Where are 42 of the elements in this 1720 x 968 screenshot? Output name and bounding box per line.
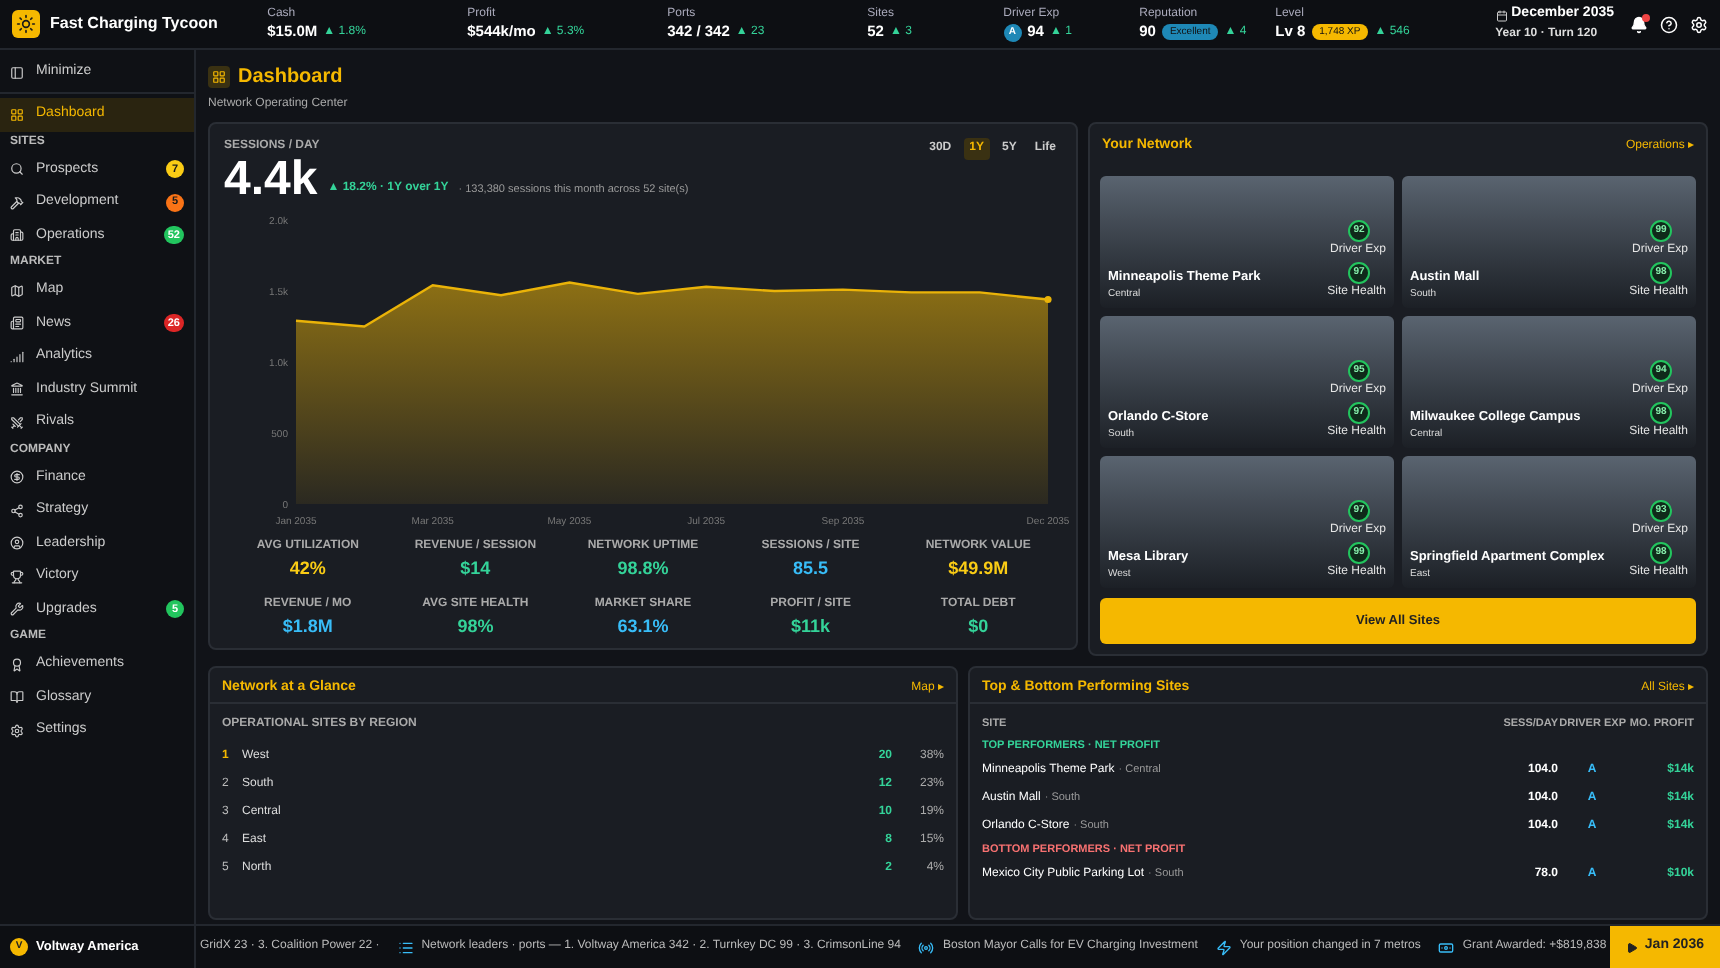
metric-value: $0 — [968, 613, 989, 639]
wrench-icon — [10, 602, 24, 617]
building-icon — [10, 228, 24, 243]
newspaper-icon — [10, 316, 24, 331]
landmark-icon — [10, 382, 24, 397]
list-icon — [397, 939, 414, 955]
bar-chart-icon — [10, 349, 24, 364]
page-title: Dashboard — [238, 64, 343, 92]
metric-value: 98.8% — [617, 556, 669, 582]
metric-value: 98% — [457, 613, 494, 639]
trophy-icon — [10, 569, 24, 584]
settings-icon[interactable] — [1690, 15, 1708, 33]
broadcast-icon — [918, 939, 935, 955]
metric-value: $1.8M — [282, 613, 333, 639]
lightning-icon — [1215, 939, 1232, 955]
dashboard-icon — [208, 66, 230, 88]
dollar-icon — [10, 470, 24, 485]
settings-icon — [10, 723, 24, 738]
hammer-icon — [10, 195, 24, 210]
calendar-icon — [1495, 9, 1508, 21]
book-icon — [10, 690, 24, 705]
sidebar-panel-icon — [10, 66, 24, 80]
sessions-value: 4.4k — [224, 156, 318, 204]
play-icon — [1626, 941, 1639, 953]
grid-icon — [10, 107, 24, 122]
metric-value: 42% — [289, 556, 326, 582]
user-icon — [10, 536, 24, 551]
metric-value: 63.1% — [617, 613, 669, 639]
app-title: Fast Charging Tycoon — [50, 12, 218, 36]
swords-icon — [10, 415, 24, 430]
notifications-button[interactable] — [1630, 15, 1648, 33]
metric-value: 85.5 — [793, 556, 829, 582]
award-icon — [10, 657, 24, 672]
search-icon — [10, 162, 24, 177]
logo-icon — [12, 10, 40, 38]
metric-value: $11k — [791, 613, 831, 639]
metric-value: $14 — [460, 556, 491, 582]
banknote-icon — [1438, 939, 1455, 955]
metric-value: $49.9M — [948, 556, 1009, 582]
help-icon[interactable] — [1660, 15, 1678, 33]
map-icon — [10, 283, 24, 298]
network-icon — [10, 503, 24, 518]
